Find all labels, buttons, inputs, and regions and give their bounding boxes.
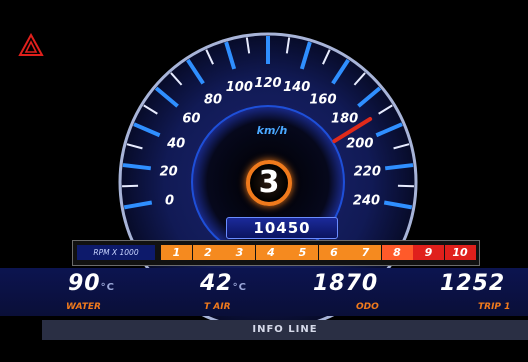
- water-label: WATER: [66, 302, 101, 312]
- gauge-tick-label: 140: [283, 80, 310, 95]
- odometer-box: 10450: [226, 217, 338, 239]
- gauge-tick-label: 220: [354, 164, 381, 179]
- rpm-segment: 2: [192, 245, 224, 260]
- gauge-tick-label: 120: [254, 76, 281, 91]
- rpm-segment: 7: [350, 245, 381, 260]
- odo-value: 1870: [313, 271, 379, 296]
- rpm-label: RPM X 1000: [77, 245, 155, 260]
- gauge-tick-label: 20: [160, 164, 178, 179]
- trip-value: 1252: [440, 271, 506, 296]
- gauge-tick-label: 100: [226, 80, 253, 95]
- rpm-segment: 3: [224, 245, 255, 260]
- gauge-tick-label: 240: [353, 193, 380, 208]
- gear-indicator: 3: [246, 160, 292, 206]
- hazard-warning-icon[interactable]: [18, 33, 44, 57]
- gauge-tick-label: 60: [182, 112, 200, 127]
- air-temp-value: 42°C: [200, 271, 247, 296]
- rpm-bar: RPM X 1000 1 2 3 4 5 6 7 8 9 10: [72, 240, 480, 266]
- odo-label: ODO: [356, 302, 379, 312]
- info-line: INFO LINE: [42, 320, 528, 340]
- gauge-tick-label: 40: [166, 136, 185, 151]
- gauge-tick-label: 80: [204, 92, 222, 107]
- rpm-segment: 1: [161, 245, 192, 260]
- gauge-tick-label: 160: [309, 92, 336, 107]
- gauge-tick-label: 180: [331, 112, 358, 127]
- trip-label: TRIP 1: [478, 302, 511, 312]
- readouts-panel: 90°C WATER 42°C T AIR 1870 ODO 1252 TRIP…: [0, 268, 528, 316]
- rpm-segment: 5: [287, 245, 318, 260]
- gauge-tick-label: 0: [165, 193, 174, 208]
- gauge-tick-label: 200: [346, 136, 373, 151]
- air-temp-label: T AIR: [204, 302, 231, 312]
- rpm-segment: 10: [444, 245, 476, 260]
- speed-unit-label: km/h: [256, 124, 288, 137]
- water-temp-value: 90°C: [68, 271, 115, 296]
- rpm-segment: 8: [381, 245, 413, 260]
- rpm-segment: 4: [255, 245, 287, 260]
- rpm-segment: 9: [413, 245, 444, 260]
- rpm-segment: 6: [318, 245, 350, 260]
